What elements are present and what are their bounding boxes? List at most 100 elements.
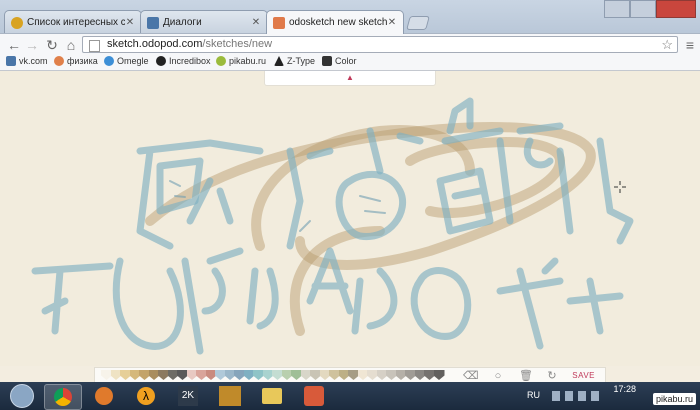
color-swatch[interactable] — [414, 370, 426, 380]
color-swatch[interactable] — [120, 370, 131, 380]
bookmark-label: Color — [335, 56, 357, 66]
color-swatch[interactable] — [300, 370, 312, 380]
color-swatch[interactable] — [234, 370, 245, 380]
palette-toggle-tab[interactable]: ▲ — [264, 71, 436, 86]
color-swatch[interactable] — [205, 370, 217, 380]
color-swatch[interactable] — [329, 370, 340, 380]
blue-detail-stroke — [299, 220, 311, 232]
color-swatch[interactable] — [224, 370, 236, 380]
maximize-button[interactable] — [630, 0, 656, 18]
color-swatch[interactable] — [148, 370, 160, 380]
color-swatch[interactable] — [215, 370, 226, 380]
back-arrow-icon[interactable]: ← — [6, 37, 22, 53]
tab-title: Диалоги — [163, 17, 202, 28]
taskbar-firefox[interactable] — [86, 384, 122, 408]
tray-icons — [552, 391, 604, 401]
tab-odosketch[interactable]: odosketch new sketch ✕ — [266, 10, 404, 34]
color-swatch[interactable] — [167, 370, 179, 380]
sketch-canvas[interactable]: ▲ — [0, 71, 700, 366]
blue-wash-stroke — [31, 262, 114, 335]
folder-icon — [262, 388, 282, 404]
color-swatch[interactable] — [386, 370, 397, 380]
close-icon[interactable]: ✕ — [387, 17, 397, 28]
home-icon[interactable]: ⌂ — [63, 37, 79, 53]
color-swatch[interactable] — [395, 370, 407, 380]
color-swatch[interactable] — [405, 370, 416, 380]
color-swatch[interactable] — [186, 370, 198, 380]
color-swatch[interactable] — [310, 370, 321, 380]
bookmark-pikabu[interactable]: pikabu.ru — [216, 56, 266, 66]
bookmark-color[interactable]: Color — [322, 56, 357, 66]
start-button[interactable] — [4, 384, 40, 408]
color-swatch[interactable] — [281, 370, 293, 380]
color-swatch[interactable] — [357, 370, 369, 380]
color-swatch[interactable] — [376, 370, 388, 380]
color-swatch[interactable] — [110, 370, 122, 380]
taskbar-game[interactable] — [212, 384, 248, 408]
color-swatch[interactable] — [139, 370, 150, 380]
crosshair-cursor-icon — [614, 181, 626, 193]
blue-wash-stroke — [436, 167, 494, 235]
menu-icon[interactable]: ≡ — [682, 37, 698, 53]
reload-icon[interactable]: ↻ — [44, 37, 60, 53]
taskbar-chrome[interactable] — [44, 384, 82, 410]
clock[interactable]: 17:28 — [613, 384, 636, 394]
taskbar-subway-surfers[interactable] — [296, 384, 332, 408]
blue-wash-stroke — [246, 267, 279, 330]
bookmark-incredibox[interactable]: Incredibox — [156, 56, 211, 66]
color-swatch[interactable] — [262, 370, 274, 380]
bookmark-omegle[interactable]: Omegle — [104, 56, 149, 66]
color-swatch[interactable] — [253, 370, 264, 380]
browser-tabbar: Список интересных сайт ✕ Диалоги ✕ odosk… — [0, 0, 700, 34]
color-swatch[interactable] — [291, 370, 302, 380]
bookmark-star-icon[interactable]: ☆ — [661, 37, 673, 53]
color-swatch[interactable] — [158, 370, 169, 380]
taskbar-explorer[interactable] — [254, 384, 290, 408]
color-swatch[interactable] — [129, 370, 141, 380]
incredibox-icon — [156, 56, 166, 66]
color-swatch[interactable] — [433, 370, 445, 380]
chrome-icon — [54, 388, 72, 406]
address-bar[interactable]: sketch.odopod.com/sketches/new ☆ — [82, 36, 678, 53]
tab-interesting-sites[interactable]: Список интересных сайт ✕ — [4, 10, 142, 34]
close-icon[interactable]: ✕ — [125, 17, 135, 28]
bookmark-label: vk.com — [19, 56, 48, 66]
window-controls — [604, 0, 696, 18]
undo-icon[interactable]: ↻ — [545, 369, 559, 383]
brush-circle-icon[interactable]: ○ — [491, 369, 505, 383]
close-icon[interactable]: ✕ — [251, 17, 261, 28]
language-indicator[interactable]: RU — [527, 390, 540, 400]
save-button[interactable]: SAVE — [572, 371, 595, 380]
color-swatch[interactable] — [101, 370, 112, 380]
eraser-icon[interactable]: ⌫ — [463, 369, 479, 383]
color-swatch[interactable] — [196, 370, 207, 380]
color-icon — [322, 56, 332, 66]
color-swatch[interactable] — [319, 370, 331, 380]
bookmark-vk[interactable]: vk.com — [6, 56, 48, 66]
forward-arrow-icon[interactable]: → — [24, 37, 40, 53]
bookmark-fizika[interactable]: физика — [54, 56, 98, 66]
color-swatch[interactable] — [272, 370, 283, 380]
tab-favicon-icon — [11, 16, 23, 29]
blue-wash-stroke — [496, 257, 564, 350]
tab-favicon-icon — [147, 16, 159, 29]
color-swatch[interactable] — [348, 370, 359, 380]
sketch-drawing — [31, 97, 634, 355]
color-swatch[interactable] — [338, 370, 350, 380]
taskbar-2k[interactable]: 2K — [170, 384, 206, 408]
minimize-button[interactable] — [604, 0, 630, 18]
color-swatch[interactable] — [367, 370, 378, 380]
ztype-icon — [274, 56, 284, 66]
omegle-icon — [104, 56, 114, 66]
color-swatch[interactable] — [424, 370, 435, 380]
close-window-button[interactable] — [656, 0, 696, 18]
tab-dialogs[interactable]: Диалоги ✕ — [140, 10, 268, 34]
blue-wash-stroke — [112, 257, 184, 350]
taskbar-half-life[interactable]: λ — [128, 384, 164, 408]
color-swatch[interactable] — [243, 370, 255, 380]
trash-icon[interactable]: 🗑 — [519, 369, 533, 383]
bookmark-ztype[interactable]: Z-Type — [274, 56, 315, 66]
color-swatch[interactable] — [177, 370, 188, 380]
tab-favicon-icon — [273, 16, 285, 29]
new-tab-button[interactable] — [406, 16, 430, 30]
